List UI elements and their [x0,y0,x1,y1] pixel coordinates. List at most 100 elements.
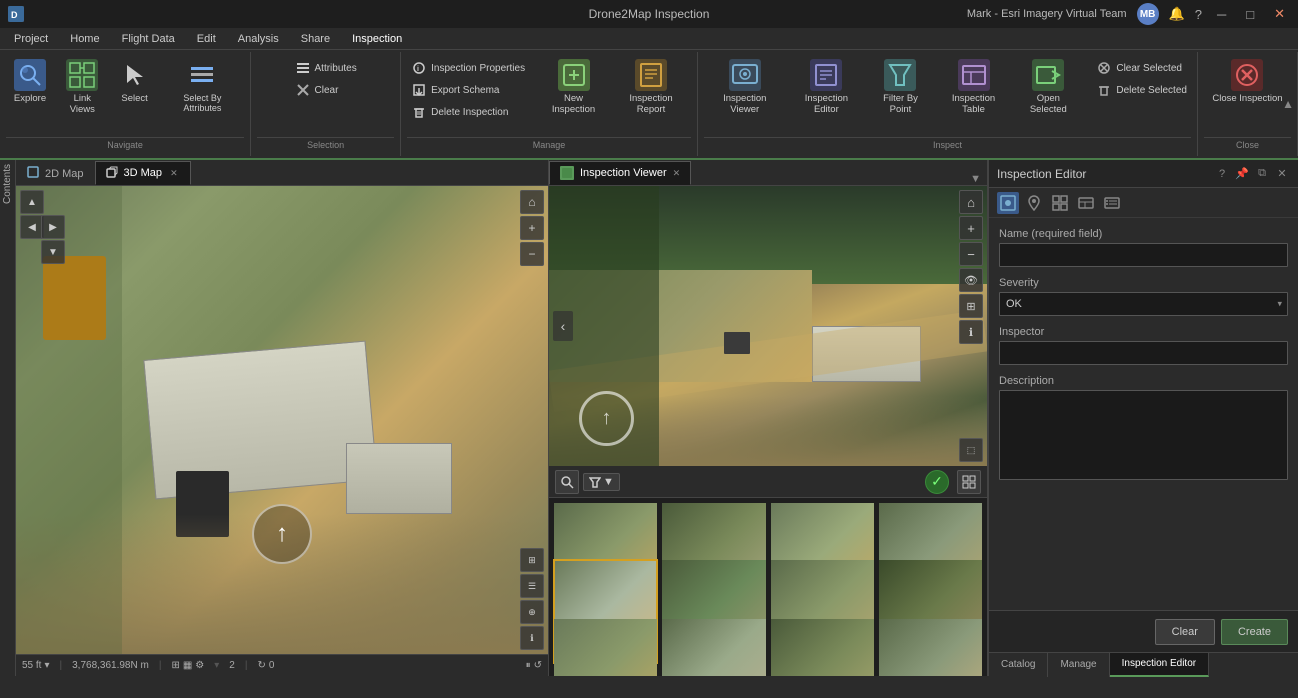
menu-project[interactable]: Project [4,31,58,47]
viewer-truck [724,332,750,354]
manage-small-col: i Inspection Properties Export Schema De… [407,56,529,122]
map-grid-btn[interactable]: ⊞ [520,548,544,572]
editor-list-icon-btn[interactable] [1101,192,1123,214]
viewer-nav-left[interactable]: ‹ [553,311,573,341]
ribbon-group-manage: i Inspection Properties Export Schema De… [401,52,698,156]
map-measure-btn[interactable]: ⊕ [520,600,544,624]
viewer-home-btn[interactable]: ⌂ [959,190,983,214]
clear-button[interactable]: Clear [291,80,361,100]
editor-close-btn[interactable]: ✕ [1274,166,1290,182]
scale-control[interactable]: 55 ft ▾ [22,660,50,671]
viewer-filter-btn[interactable]: ▼ [583,473,620,491]
menu-home[interactable]: Home [60,31,109,47]
name-label: Name (required field) [999,228,1288,240]
user-avatar[interactable]: MB [1137,3,1159,25]
catalog-tab[interactable]: Catalog [989,653,1048,677]
menu-edit[interactable]: Edit [187,31,226,47]
inspection-viewer-button[interactable]: Inspection Viewer [704,56,786,134]
clear-button[interactable]: Clear [1155,619,1215,645]
clear-selected-button[interactable]: Clear Selected [1092,58,1191,78]
new-inspection-button[interactable]: New Inspection [538,56,609,134]
delete-selected-button[interactable]: Delete Selected [1092,80,1191,100]
inspection-viewer-tab[interactable]: Inspection Viewer ✕ [549,161,691,185]
select-by-attributes-button[interactable]: Select By Attributes [161,56,245,134]
close-btn[interactable]: ✕ [1269,4,1290,24]
viewer-tab-bar: Inspection Viewer ✕ ▼ [549,160,987,186]
viewer-resize-btn[interactable]: ⬚ [959,438,983,462]
menu-analysis[interactable]: Analysis [228,31,289,47]
explore-button[interactable]: Explore [6,56,54,134]
map-grid-icon: ▦ [183,660,192,671]
viewer-collapse-btn[interactable]: ▼ [964,173,987,185]
viewer-tab-close[interactable]: ✕ [673,168,681,179]
map-icon-group: ⊞ ▦ ⚙ [171,660,204,671]
viewer-eye-btn[interactable]: 👁 [959,268,983,292]
viewer-info-btn[interactable]: ℹ [959,320,983,344]
nav-right-btn[interactable]: ▶ [41,215,65,239]
inspection-properties-button[interactable]: i Inspection Properties [407,58,529,78]
editor-form: Name (required field) Severity OK Low Me… [989,218,1298,610]
map-compass[interactable]: ↑ [252,504,312,564]
map-zoom-in-btn[interactable]: + [520,216,544,240]
close-inspection-button[interactable]: Close Inspection [1207,56,1287,134]
viewer-grid-view-btn[interactable] [957,470,981,494]
menu-share[interactable]: Share [291,31,340,47]
refresh-icon[interactable]: ↺ [534,660,542,671]
editor-point-icon-btn[interactable] [997,192,1019,214]
editor-table-icon-btn[interactable] [1075,192,1097,214]
tab-3d-map[interactable]: 3D Map ✕ [95,161,191,185]
open-selected-button[interactable]: Open Selected [1013,56,1083,134]
inspection-table-button[interactable]: Inspection Table [936,56,1012,134]
tab-2d-map[interactable]: 2D Map [16,161,95,185]
severity-select[interactable]: OK Low Medium High Critical [999,292,1288,316]
3d-map-close[interactable]: ✕ [168,167,180,180]
svg-text:i: i [417,66,419,73]
viewer-zoom-out-btn[interactable]: − [959,242,983,266]
coordinates-display: 3,768,361.98N m [72,660,149,671]
editor-pin-btn[interactable]: 📌 [1234,166,1250,182]
map-controls-bottom: ⊞ ☰ ⊕ ℹ [520,548,544,650]
map-2d-view[interactable]: ▲ ◀ ▶ ▼ ↑ ⌂ + − ⊞ ☰ ⊕ ℹ [16,186,548,654]
title-bar-right: Mark - Esri Imagery Virtual Team MB 🔔 ? … [967,3,1290,25]
thumbnail-9[interactable] [553,618,658,676]
maximize-btn[interactable]: □ [1241,5,1259,24]
inspector-input[interactable] [999,341,1288,365]
viewer-confirm-btn[interactable]: ✓ [925,470,949,494]
manage-tab[interactable]: Manage [1048,653,1109,677]
thumbnail-10[interactable] [661,618,766,676]
inspection-editor-tab[interactable]: Inspection Editor [1110,653,1210,677]
ribbon-collapse-button[interactable]: ▲ [1282,97,1294,111]
thumbnail-11[interactable] [770,618,875,676]
minimize-btn[interactable]: ─ [1212,5,1231,24]
menu-flight-data[interactable]: Flight Data [112,31,185,47]
editor-footer: Clear Create [989,610,1298,652]
viewer-zoom-in-btn[interactable]: + [959,216,983,240]
editor-float-btn[interactable]: ⧉ [1254,166,1270,182]
map-info-btn[interactable]: ℹ [520,626,544,650]
filter-by-point-button[interactable]: Filter By Point [867,56,934,134]
attributes-button[interactable]: Attributes [291,58,361,78]
nav-down-btn[interactable]: ▼ [41,240,65,264]
inspection-report-button[interactable]: Inspection Report [611,56,691,134]
editor-location-icon-btn[interactable] [1023,192,1045,214]
create-button[interactable]: Create [1221,619,1288,645]
export-schema-button[interactable]: Export Schema [407,80,529,100]
link-views-button[interactable]: Link Views [56,56,109,134]
editor-help-btn[interactable]: ? [1214,166,1230,182]
pause-icon[interactable]: ⏸ [526,660,531,671]
description-textarea[interactable] [999,390,1288,480]
map-layers-btn[interactable]: ☰ [520,574,544,598]
help-icon[interactable]: ? [1195,7,1202,22]
notification-icon[interactable]: 🔔 [1169,6,1185,22]
name-input[interactable] [999,243,1288,267]
inspection-editor-button[interactable]: Inspection Editor [788,56,866,134]
menu-inspection[interactable]: Inspection [342,31,412,47]
delete-inspection-button[interactable]: Delete Inspection [407,102,529,122]
map-home-btn[interactable]: ⌂ [520,190,544,214]
select-button[interactable]: Select [111,56,159,134]
map-zoom-out-btn[interactable]: − [520,242,544,266]
editor-grid-icon-btn[interactable] [1049,192,1071,214]
viewer-adjust-btn[interactable]: ⊞ [959,294,983,318]
thumbnail-12[interactable] [878,618,983,676]
viewer-search-btn[interactable] [555,470,579,494]
